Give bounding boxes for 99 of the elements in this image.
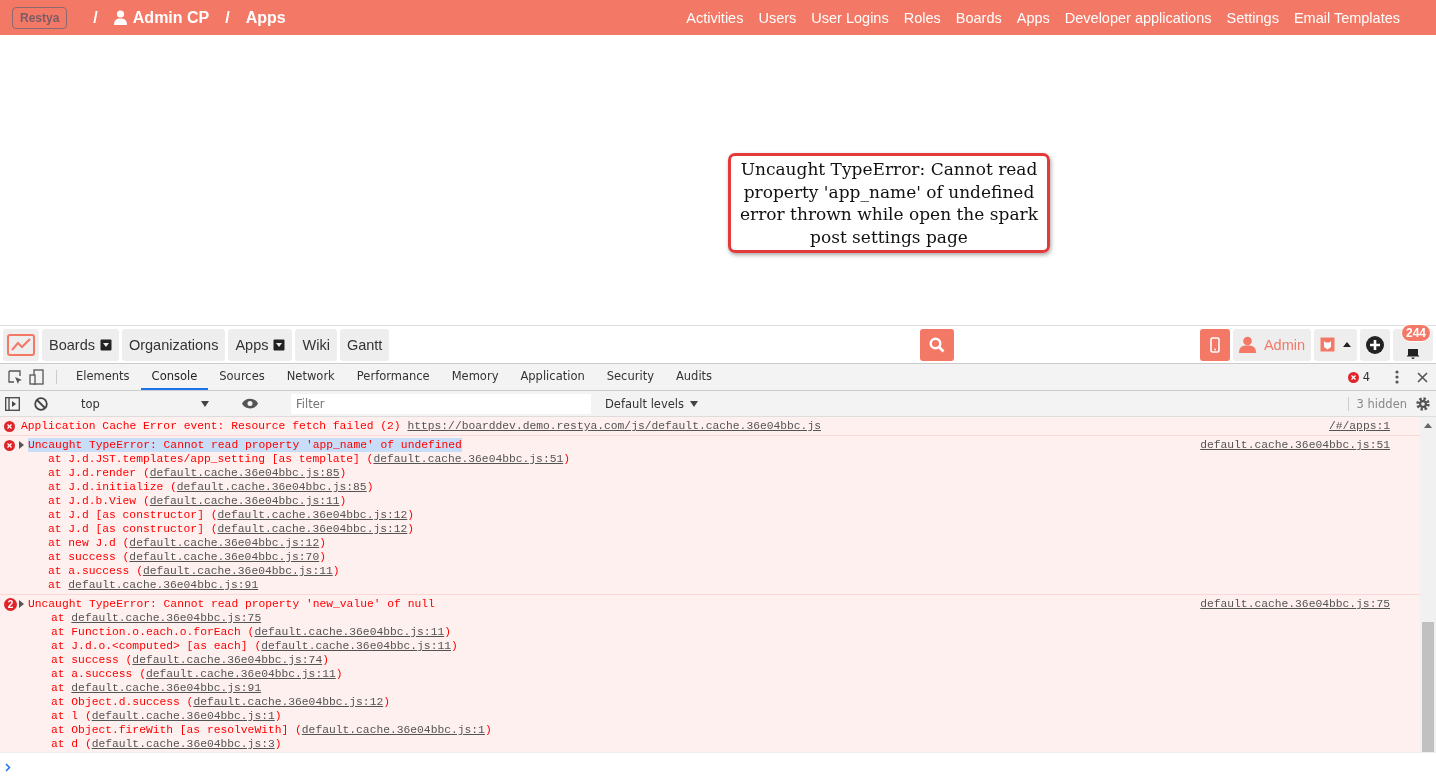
expand-triangle-icon[interactable] bbox=[19, 600, 24, 608]
stack-frame: at new J.d (default.cache.36e04bbc.js:12) bbox=[0, 536, 1420, 550]
source-link[interactable]: default.cache.36e04bbc.js:3 bbox=[91, 738, 275, 750]
source-link[interactable]: default.cache.36e04bbc.js:85 bbox=[176, 481, 367, 493]
stack-frame: at d (default.cache.36e04bbc.js:3) bbox=[0, 737, 1420, 751]
stack-frame: at l (default.cache.36e04bbc.js:1) bbox=[0, 709, 1420, 723]
context-select[interactable]: top bbox=[81, 396, 209, 411]
source-link[interactable]: default.cache.36e04bbc.js:11 bbox=[145, 668, 336, 680]
source-link[interactable]: default.cache.36e04bbc.js:12 bbox=[217, 509, 408, 521]
eye-icon[interactable] bbox=[242, 398, 258, 409]
source-link[interactable]: default.cache.36e04bbc.js:51 bbox=[1200, 438, 1390, 452]
phone-icon bbox=[1209, 336, 1220, 353]
stack-frame: at default.cache.36e04bbc.js:75 bbox=[0, 611, 1420, 625]
source-link[interactable]: default.cache.36e04bbc.js:11 bbox=[254, 626, 445, 638]
shield-icon bbox=[1320, 337, 1335, 352]
devtools-tab[interactable]: Audits bbox=[664, 364, 724, 390]
settings-icon[interactable] bbox=[1415, 395, 1431, 412]
devtools-tab[interactable]: Application bbox=[509, 364, 596, 390]
url-link[interactable]: https://boarddev.demo.restya.com/js/default.cache.36e04bbc.js bbox=[407, 420, 821, 432]
error-count[interactable]: 4 bbox=[1362, 370, 1370, 384]
dropdown-icon bbox=[273, 338, 286, 351]
menu-button[interactable]: Gantt bbox=[339, 328, 390, 361]
error-icon bbox=[4, 439, 15, 451]
source-link[interactable]: default.cache.36e04bbc.js:12 bbox=[217, 523, 408, 535]
stack-frame: at Function.o.each.o.forEach (default.cache.36e04bbc.js:11) bbox=[0, 625, 1420, 639]
sidebar-toggle-icon[interactable] bbox=[5, 396, 20, 411]
source-link[interactable]: default.cache.36e04bbc.js:74 bbox=[132, 654, 323, 666]
stack-frame: at a.success (default.cache.36e04bbc.js:11) bbox=[0, 667, 1420, 681]
stack-frame: at a.success (default.cache.36e04bbc.js:11) bbox=[0, 564, 1420, 578]
stack-frame: at default.cache.36e04bbc.js:91 bbox=[0, 578, 1420, 592]
app-logo-icon[interactable] bbox=[3, 328, 39, 361]
source-link[interactable]: default.cache.36e04bbc.js:70 bbox=[129, 551, 320, 563]
dropdown-icon bbox=[99, 338, 112, 351]
hidden-count: 3 hidden bbox=[1347, 396, 1407, 411]
stack-frame: at default.cache.36e04bbc.js:91 bbox=[0, 681, 1420, 695]
source-link[interactable]: default.cache.36e04bbc.js:1 bbox=[91, 710, 275, 722]
menu-button[interactable]: Apps bbox=[228, 328, 293, 361]
add-button[interactable] bbox=[1360, 328, 1390, 361]
error-icon bbox=[4, 420, 15, 432]
stack-frame: at J.d.render (default.cache.36e04bbc.js:85) bbox=[0, 466, 1420, 480]
more-icon[interactable] bbox=[1395, 370, 1399, 384]
source-link[interactable]: default.cache.36e04bbc.js:12 bbox=[129, 537, 320, 549]
scrollbar[interactable] bbox=[1420, 417, 1436, 752]
dropdown-caret-icon bbox=[690, 400, 698, 407]
prompt-icon bbox=[5, 763, 11, 772]
source-link[interactable]: default.cache.36e04bbc.js:1 bbox=[301, 724, 485, 736]
stack-frame: at success (default.cache.36e04bbc.js:74) bbox=[0, 653, 1420, 667]
stack-frame: at J.d [as constructor] (default.cache.36e04bbc.js:12) bbox=[0, 522, 1420, 536]
menu-button[interactable]: Wiki bbox=[295, 328, 337, 361]
source-link[interactable]: default.cache.36e04bbc.js:11 bbox=[261, 640, 451, 652]
source-link[interactable]: default.cache.36e04bbc.js:51 bbox=[373, 453, 564, 465]
devtools-tab[interactable]: Memory bbox=[440, 364, 510, 390]
menu-button[interactable]: Organizations bbox=[121, 328, 226, 361]
user-icon bbox=[113, 10, 127, 25]
error-message: Uncaught TypeError: Cannot read property 'new_value' of null bbox=[28, 597, 435, 611]
source-link[interactable]: default.cache.36e04bbc.js:75 bbox=[1200, 597, 1390, 611]
stack-frame: at J.d.initialize (default.cache.36e04bbc.js:85) bbox=[0, 480, 1420, 494]
repeat-count: 2 bbox=[4, 597, 17, 611]
stack-frame: at Object.d.success (default.cache.36e04bbc.js:12) bbox=[0, 695, 1420, 709]
source-link[interactable]: default.cache.36e04bbc.js:75 bbox=[71, 612, 262, 624]
filter-field[interactable]: Filter bbox=[291, 393, 591, 414]
close-icon[interactable] bbox=[1417, 371, 1428, 383]
source-link[interactable]: default.cache.36e04bbc.js:91 bbox=[68, 579, 259, 591]
error-icon bbox=[1347, 371, 1359, 383]
stack-frame: at J.d.JST.templates/app_setting [as template] (default.cache.36e04bbc.js:51) bbox=[0, 452, 1420, 466]
user-icon bbox=[1238, 336, 1256, 353]
stack-frame: at J.d [as constructor] (default.cache.36e04bbc.js:12) bbox=[0, 508, 1420, 522]
notification-count: 244 bbox=[1400, 323, 1431, 342]
stack-frame: at success (default.cache.36e04bbc.js:70) bbox=[0, 550, 1420, 564]
menu-button[interactable]: Boards bbox=[42, 328, 119, 361]
error-message: Application Cache Error event: Resource fetch failed (2) https://boarddev.demo.restya.com/js/default.cache.36e04bbc.js bbox=[21, 419, 821, 433]
levels-dropdown[interactable]: Default levels bbox=[599, 395, 704, 412]
devtools-tab[interactable]: Elements bbox=[65, 364, 141, 390]
devtools-tab[interactable]: Sources bbox=[208, 364, 276, 390]
expand-triangle-icon[interactable] bbox=[19, 441, 24, 449]
error-message: Uncaught TypeError: Cannot read property 'app_name' of undefined bbox=[28, 438, 462, 452]
devtools-tab[interactable]: Security bbox=[595, 364, 665, 390]
breadcrumb-separator: / bbox=[225, 8, 230, 27]
stack-frame: at J.d.b.View (default.cache.36e04bbc.js:11) bbox=[0, 494, 1420, 508]
stack-frame: at Object.fireWith [as resolveWith] (default.cache.36e04bbc.js:1) bbox=[0, 723, 1420, 737]
caret-up-icon bbox=[1343, 342, 1351, 347]
stack-frame: at J.d.o.<computed> [as each] (default.cache.36e04bbc.js:11) bbox=[0, 639, 1420, 653]
source-link[interactable]: default.cache.36e04bbc.js:11 bbox=[142, 565, 333, 577]
devtools-tab[interactable]: Performance bbox=[345, 364, 441, 390]
source-link[interactable]: /#/apps:1 bbox=[1329, 419, 1390, 433]
annotation-callout: Uncaught TypeError: Cannot read property 'app_name' of undefined error thrown while open the spark post settings page bbox=[728, 153, 1050, 253]
mobile-button[interactable] bbox=[1199, 328, 1230, 361]
plus-circle-icon bbox=[1366, 335, 1384, 354]
breadcrumb-separator: / bbox=[93, 8, 98, 27]
clear-console-icon[interactable] bbox=[34, 396, 48, 411]
source-link[interactable]: default.cache.36e04bbc.js:12 bbox=[193, 696, 384, 708]
source-link[interactable]: default.cache.36e04bbc.js:91 bbox=[71, 682, 262, 694]
scroll-up-icon[interactable] bbox=[1424, 423, 1432, 428]
source-link[interactable]: default.cache.36e04bbc.js:11 bbox=[149, 495, 340, 507]
search-icon bbox=[929, 336, 946, 353]
devtools-tab[interactable]: Network bbox=[275, 364, 346, 390]
search-button[interactable] bbox=[920, 328, 955, 361]
source-link[interactable]: default.cache.36e04bbc.js:85 bbox=[149, 467, 340, 479]
dropdown-caret-icon bbox=[201, 400, 209, 407]
